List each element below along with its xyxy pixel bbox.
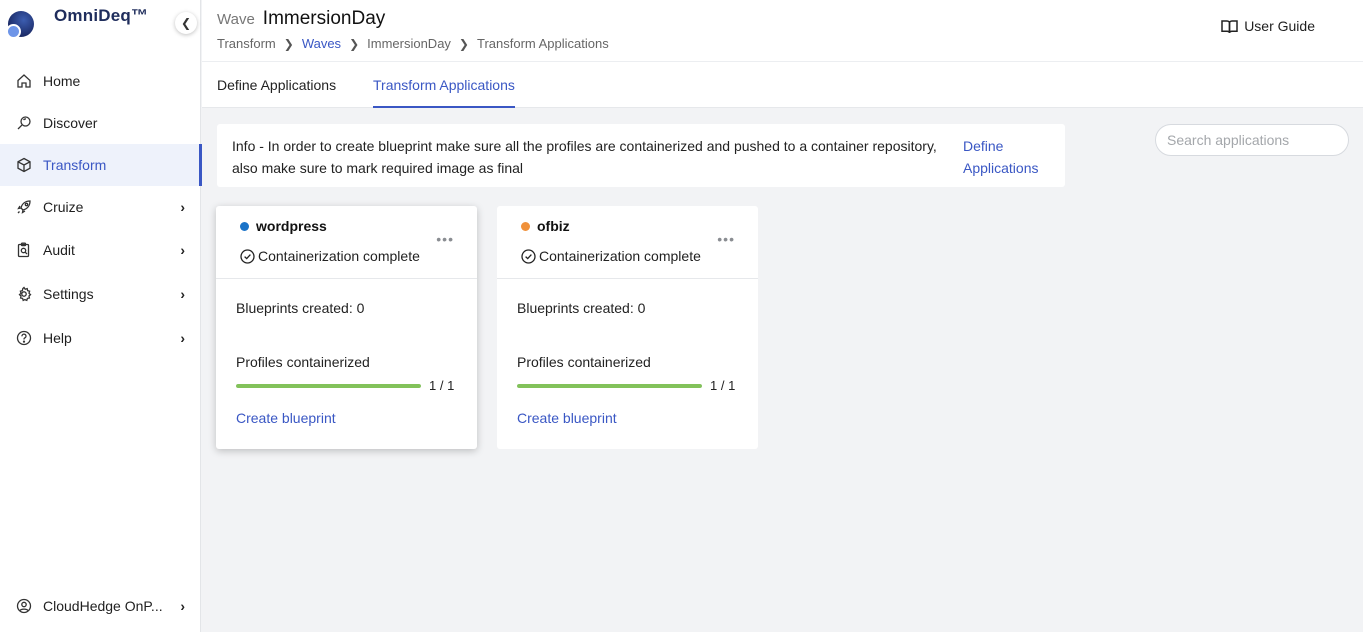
sidebar-item-discover[interactable]: Discover <box>0 102 201 144</box>
progress-count: 1 / 1 <box>710 378 736 393</box>
collapse-sidebar-button[interactable]: ❮ <box>175 12 197 34</box>
sidebar-item-label: Audit <box>43 242 75 258</box>
help-icon <box>16 330 32 346</box>
sidebar-item-label: Transform <box>43 157 107 173</box>
blueprints-count: Blueprints created: 0 <box>236 300 365 316</box>
profiles-label: Profiles containerized <box>236 354 370 370</box>
breadcrumb-waves[interactable]: Waves <box>302 36 341 51</box>
profiles-label: Profiles containerized <box>517 354 651 370</box>
account-name: CloudHedge OnP... <box>43 598 163 614</box>
status-text: Containerization complete <box>258 248 420 264</box>
tab-define-applications[interactable]: Define Applications <box>217 77 336 106</box>
more-options-icon[interactable]: ••• <box>717 232 735 246</box>
status-dot <box>521 222 530 231</box>
rocket-icon <box>16 199 32 215</box>
more-options-icon[interactable]: ••• <box>436 232 454 246</box>
tab-transform-applications[interactable]: Transform Applications <box>373 77 515 108</box>
breadcrumb-transform[interactable]: Transform <box>217 36 276 51</box>
progress-fill <box>517 384 702 388</box>
breadcrumb-separator-icon: ❯ <box>349 36 360 51</box>
define-applications-link[interactable]: Define Applications <box>963 135 1053 179</box>
cube-icon <box>16 157 32 173</box>
progress-count: 1 / 1 <box>429 378 455 393</box>
breadcrumb: Transform ❯ Waves ❯ ImmersionDay ❯ Trans… <box>217 36 609 51</box>
sidebar-item-help[interactable]: Help › <box>0 316 201 360</box>
sidebar-item-transform[interactable]: Transform <box>0 144 202 186</box>
info-text: Info - In order to create blueprint make… <box>232 138 937 176</box>
chevron-right-icon: › <box>180 286 185 302</box>
sidebar-item-label: Settings <box>43 286 94 302</box>
clipboard-search-icon <box>16 242 32 258</box>
sidebar-item-label: Help <box>43 330 72 346</box>
gear-icon <box>16 286 32 302</box>
user-circle-icon <box>16 598 32 614</box>
containerization-status: Containerization complete <box>521 248 701 264</box>
book-icon <box>1221 19 1238 33</box>
status-dot <box>240 222 249 231</box>
title-main: ImmersionDay <box>262 8 386 29</box>
sidebar-item-label: Discover <box>43 115 98 131</box>
brand[interactable] <box>6 10 34 40</box>
account-menu[interactable]: CloudHedge OnP... › <box>0 586 201 626</box>
sidebar-item-label: Home <box>43 73 81 89</box>
chevron-right-icon: › <box>180 199 185 215</box>
breadcrumb-separator-icon: ❯ <box>283 36 294 51</box>
sidebar-item-label: Cruize <box>43 199 84 215</box>
application-card[interactable]: wordpress Containerization complete ••• … <box>216 206 477 449</box>
chevron-right-icon: › <box>180 330 185 346</box>
check-circle-icon <box>240 248 255 264</box>
sidebar-item-cruize[interactable]: Cruize › <box>0 186 201 228</box>
breadcrumb-immersionday[interactable]: ImmersionDay <box>367 36 451 51</box>
brand-name: OmniDeq™ <box>54 6 149 25</box>
status-text: Containerization complete <box>539 248 701 264</box>
tab-bar: Define Applications Transform Applicatio… <box>202 62 1363 108</box>
sidebar-item-settings[interactable]: Settings › <box>0 272 201 316</box>
create-blueprint-link[interactable]: Create blueprint <box>236 410 336 426</box>
profiles-progress-bar <box>517 384 702 388</box>
search-input[interactable] <box>1155 124 1349 156</box>
user-guide-button[interactable]: User Guide <box>1221 18 1315 34</box>
application-card[interactable]: ofbiz Containerization complete ••• Blue… <box>497 206 758 449</box>
create-blueprint-link[interactable]: Create blueprint <box>517 410 617 426</box>
blueprints-count: Blueprints created: 0 <box>517 300 646 316</box>
check-circle-icon <box>521 248 536 264</box>
page-title: Wave ImmersionDay <box>217 8 385 30</box>
chevron-right-icon: › <box>180 242 185 258</box>
breadcrumb-separator-icon: ❯ <box>458 36 469 51</box>
sidebar: OmniDeq™ ❮ Home Discover Transform Cruiz… <box>0 0 202 632</box>
profiles-progress-bar <box>236 384 421 388</box>
page-header: Wave ImmersionDay Transform ❯ Waves ❯ Im… <box>202 0 1363 62</box>
sidebar-item-audit[interactable]: Audit › <box>0 228 201 272</box>
progress-fill <box>236 384 421 388</box>
sidebar-nav: Home Discover Transform Cruize › Audit ›… <box>0 60 202 360</box>
user-guide-label: User Guide <box>1244 18 1315 34</box>
title-prefix: Wave <box>217 11 255 28</box>
application-name: ofbiz <box>537 218 570 234</box>
card-header: ofbiz Containerization complete ••• <box>497 206 758 279</box>
omnideq-logo <box>6 11 34 39</box>
discover-icon <box>16 115 32 131</box>
containerization-status: Containerization complete <box>240 248 420 264</box>
home-icon <box>16 73 32 89</box>
card-header: wordpress Containerization complete ••• <box>216 206 477 279</box>
breadcrumb-current: Transform Applications <box>476 36 609 51</box>
application-name: wordpress <box>256 218 327 234</box>
info-banner: Info - In order to create blueprint make… <box>217 124 1065 187</box>
chevron-left-icon: ❮ <box>180 16 192 30</box>
chevron-right-icon: › <box>180 598 185 614</box>
sidebar-item-home[interactable]: Home <box>0 60 201 102</box>
